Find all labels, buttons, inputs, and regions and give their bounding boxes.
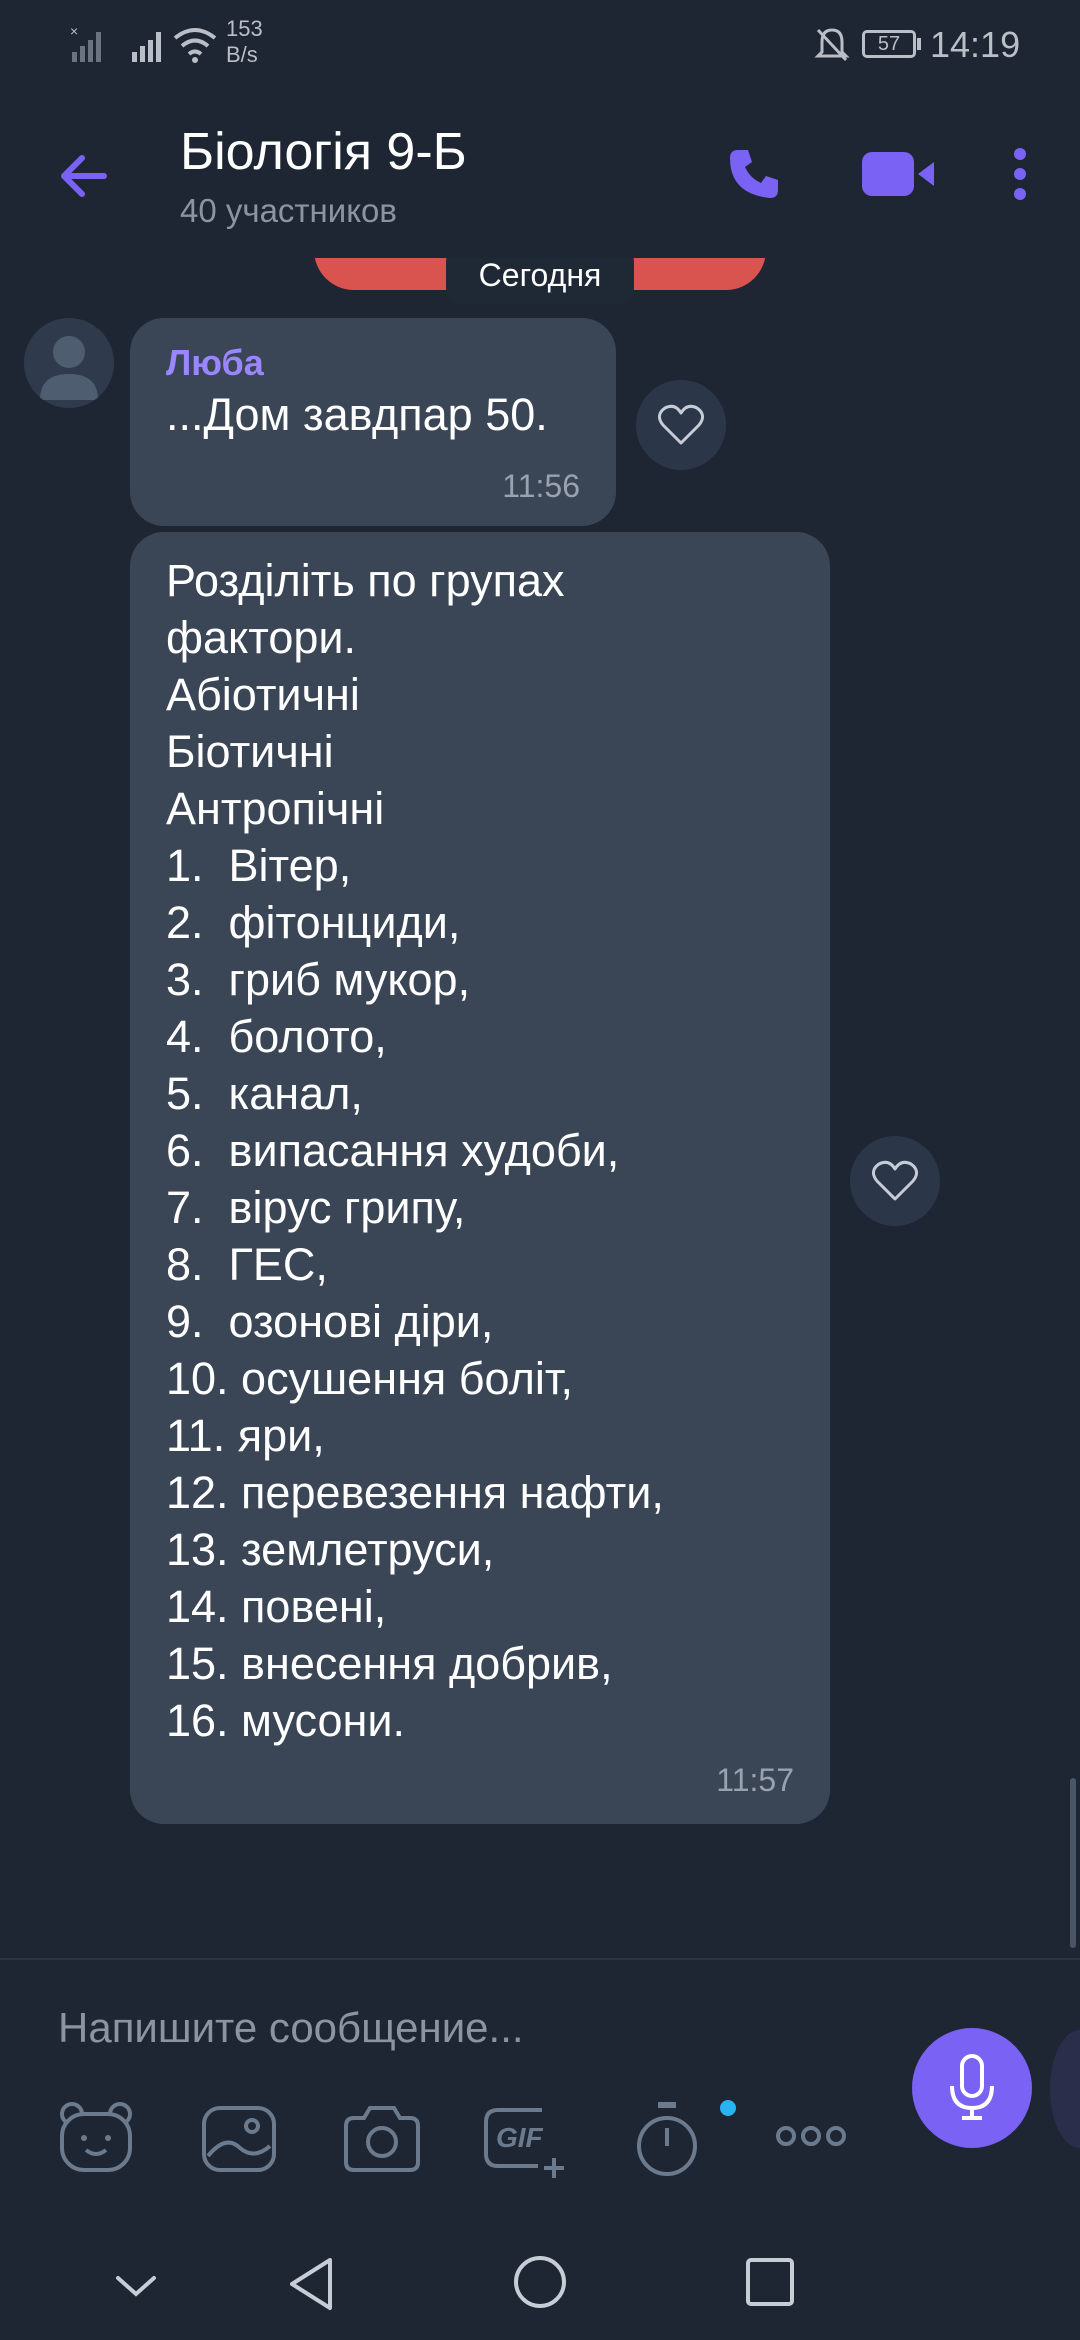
gif-icon[interactable]: GIF	[482, 2106, 564, 2178]
mic-icon	[950, 2054, 994, 2120]
clock: 14:19	[930, 24, 1021, 65]
nav-back-icon[interactable]	[284, 2254, 338, 2314]
battery-icon: 57	[862, 30, 916, 58]
battery-level: 57	[877, 32, 901, 55]
new-indicator-dot	[720, 2100, 736, 2116]
chat-area[interactable]: Сегодня Люба ...Дом завдпар 50. 11:56 Ро…	[0, 258, 1080, 1958]
like-button[interactable]	[850, 1136, 940, 1226]
more-vert-icon[interactable]	[1008, 146, 1032, 202]
message-text: ...Дом завдпар 50.	[166, 389, 548, 440]
date-label: Сегодня	[478, 258, 602, 293]
net-speed: 153 B/s	[226, 16, 263, 68]
message-time: 11:56	[502, 468, 580, 504]
avatar-icon	[40, 336, 98, 400]
signal-off-icon: ×	[70, 24, 101, 62]
message-text: Розділіть по групах фактори. Абіотичні Б…	[166, 555, 664, 1746]
date-separator: Сегодня	[446, 258, 634, 304]
video-icon[interactable]	[860, 146, 940, 202]
status-bar: × 153 B/s 57 14:19	[0, 0, 1080, 90]
page-title[interactable]: Біологія 9-Б	[180, 122, 467, 182]
heart-icon	[872, 1160, 918, 1201]
participants-count: 40 участников	[180, 192, 397, 229]
phone-icon[interactable]	[726, 146, 782, 202]
wifi-icon	[173, 28, 217, 63]
nav-recents-icon[interactable]	[744, 2256, 796, 2308]
gif-label: GIF	[496, 2122, 543, 2153]
net-speed-unit: B/s	[226, 42, 258, 67]
sticker-icon[interactable]	[56, 2100, 136, 2176]
message-input[interactable]: Напишите сообщение...	[58, 2004, 524, 2052]
mute-icon	[814, 28, 850, 62]
message-bubble[interactable]: Розділіть по групах фактори. Абіотичні Б…	[130, 532, 830, 1824]
timer-icon[interactable]	[632, 2100, 702, 2180]
net-speed-value: 153	[226, 16, 263, 41]
mic-button[interactable]	[912, 2028, 1032, 2148]
back-arrow-icon[interactable]	[54, 146, 114, 206]
message-bubble[interactable]: Люба ...Дом завдпар 50. 11:56	[130, 318, 616, 526]
svg-text:×: ×	[70, 24, 78, 39]
heart-icon	[658, 404, 704, 445]
signal-icon	[132, 32, 161, 62]
camera-icon[interactable]	[342, 2104, 422, 2174]
sender-name[interactable]: Люба	[166, 342, 264, 384]
like-button[interactable]	[636, 380, 726, 470]
more-horiz-icon[interactable]	[776, 2124, 846, 2148]
gallery-icon[interactable]	[200, 2104, 278, 2174]
scrollbar[interactable]	[1070, 1778, 1076, 1948]
avatar[interactable]	[24, 318, 114, 408]
nav-down-icon[interactable]	[112, 2262, 160, 2310]
message-time: 11:57	[716, 1762, 794, 1798]
nav-home-icon[interactable]	[512, 2254, 568, 2310]
